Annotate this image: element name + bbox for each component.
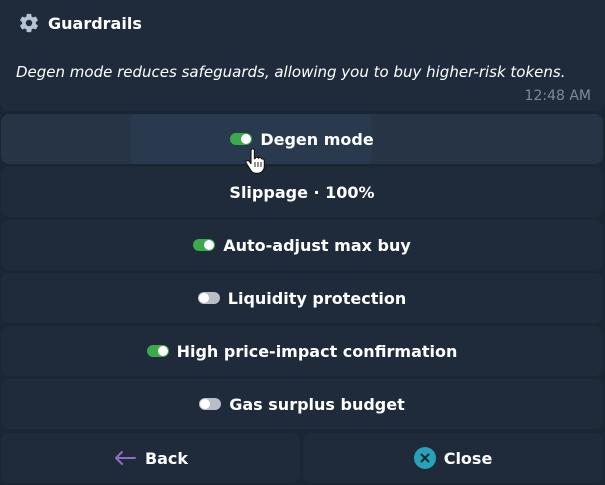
toggle-on-icon [146, 345, 169, 357]
high-price-impact-confirmation-label: High price-impact confirmation [176, 341, 458, 361]
message-bubble: Guardrails Degen mode reduces safeguards… [0, 0, 605, 111]
liquidity-protection-label: Liquidity protection [227, 288, 407, 308]
message-text: Degen mode reduces safeguards, allowing … [16, 63, 566, 81]
degen-mode-button[interactable]: Degen mode [1, 114, 603, 164]
toggle-on-icon [193, 239, 216, 251]
close-icon [413, 447, 436, 469]
auto-adjust-max-buy-label: Auto-adjust max buy [223, 235, 411, 255]
toggle-off-icon [199, 398, 222, 410]
message-title-text: Guardrails [48, 13, 142, 33]
degen-mode-label: Degen mode [260, 129, 374, 149]
back-label: Back [144, 448, 189, 468]
auto-adjust-max-buy-button[interactable]: Auto-adjust max buy [1, 220, 603, 270]
message-title: Guardrails [18, 12, 142, 34]
slippage-button[interactable]: Slippage · 100% [1, 167, 603, 217]
liquidity-protection-button[interactable]: Liquidity protection [1, 273, 603, 323]
message-timestamp: 12:48 AM [524, 88, 591, 104]
high-price-impact-confirmation-button[interactable]: High price-impact confirmation [1, 326, 603, 376]
slippage-label: Slippage · 100% [229, 182, 375, 202]
gas-surplus-budget-label: Gas surplus budget [229, 394, 405, 414]
back-button[interactable]: Back [1, 433, 300, 483]
gear-icon [20, 13, 38, 33]
toggle-off-icon [197, 292, 220, 304]
arrow-left-icon [114, 451, 136, 465]
close-label: Close [443, 448, 493, 468]
close-button[interactable]: Close [303, 433, 603, 483]
gas-surplus-budget-button[interactable]: Gas surplus budget [1, 379, 603, 429]
toggle-on-icon [230, 133, 253, 145]
bot-message-panel: Guardrails Degen mode reduces safeguards… [0, 0, 605, 485]
